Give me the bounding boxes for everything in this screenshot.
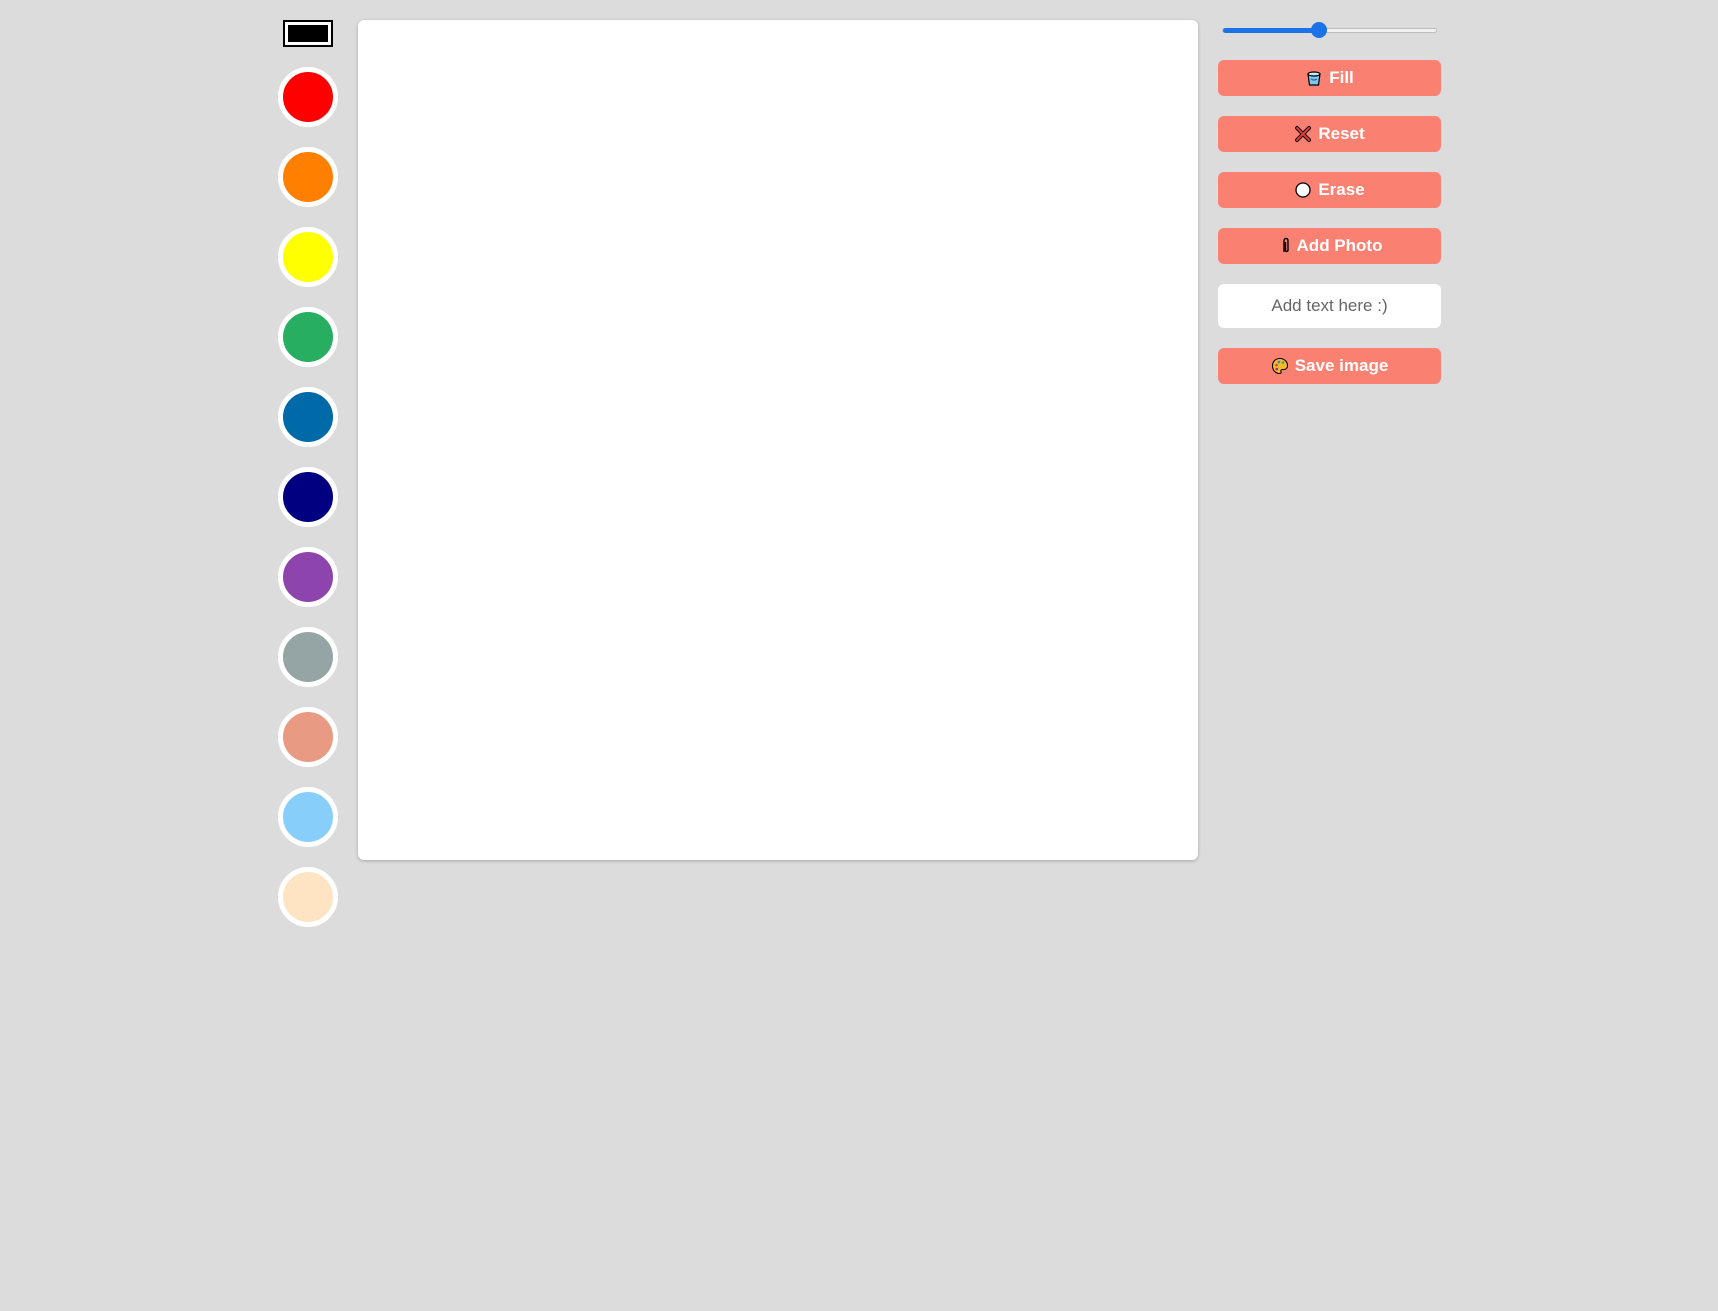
erase-button-label: Erase xyxy=(1318,180,1365,199)
color-swatch-bisque[interactable] xyxy=(278,867,338,927)
palette-icon xyxy=(1271,357,1289,375)
paint-app: Fill Reset Erase Add Photo Add text here… xyxy=(0,0,1718,1311)
color-swatch-green[interactable] xyxy=(278,307,338,367)
color-swatch-navy[interactable] xyxy=(278,467,338,527)
circle-icon xyxy=(1294,181,1312,199)
color-swatch-red[interactable] xyxy=(278,67,338,127)
color-picker-swatch xyxy=(288,25,328,42)
tools-panel: Fill Reset Erase Add Photo Add text here… xyxy=(1218,20,1441,404)
drawing-canvas[interactable] xyxy=(358,20,1198,860)
fill-button-label: Fill xyxy=(1329,68,1354,87)
color-swatch-yellow[interactable] xyxy=(278,227,338,287)
add-text-input[interactable] xyxy=(1218,284,1441,328)
color-picker[interactable] xyxy=(283,20,333,47)
color-swatch-blue[interactable] xyxy=(278,387,338,447)
cross-icon xyxy=(1294,125,1312,143)
color-swatch-light-blue[interactable] xyxy=(278,787,338,847)
add-photo-button[interactable]: Add Photo xyxy=(1218,228,1441,264)
save-image-button-label: Save image xyxy=(1294,356,1389,375)
color-swatch-gray[interactable] xyxy=(278,627,338,687)
color-swatch-orange[interactable] xyxy=(278,147,338,207)
add-photo-button-label: Add Photo xyxy=(1296,236,1383,255)
brush-size-slider-thumb[interactable] xyxy=(1310,22,1327,38)
fill-button[interactable]: Fill xyxy=(1218,60,1441,96)
color-swatch-purple[interactable] xyxy=(278,547,338,607)
color-swatch-salmon[interactable] xyxy=(278,707,338,767)
paint-bucket-icon xyxy=(1305,69,1323,87)
brush-size-slider-fill xyxy=(1223,28,1319,33)
brush-size-slider[interactable] xyxy=(1218,20,1441,40)
brush-size-slider-track[interactable] xyxy=(1222,28,1437,33)
save-image-button[interactable]: Save image xyxy=(1218,348,1441,384)
erase-button[interactable]: Erase xyxy=(1218,172,1441,208)
color-palette xyxy=(278,20,338,947)
paperclip-icon xyxy=(1277,237,1295,255)
reset-button[interactable]: Reset xyxy=(1218,116,1441,152)
reset-button-label: Reset xyxy=(1318,124,1365,143)
color-swatches xyxy=(278,67,338,927)
